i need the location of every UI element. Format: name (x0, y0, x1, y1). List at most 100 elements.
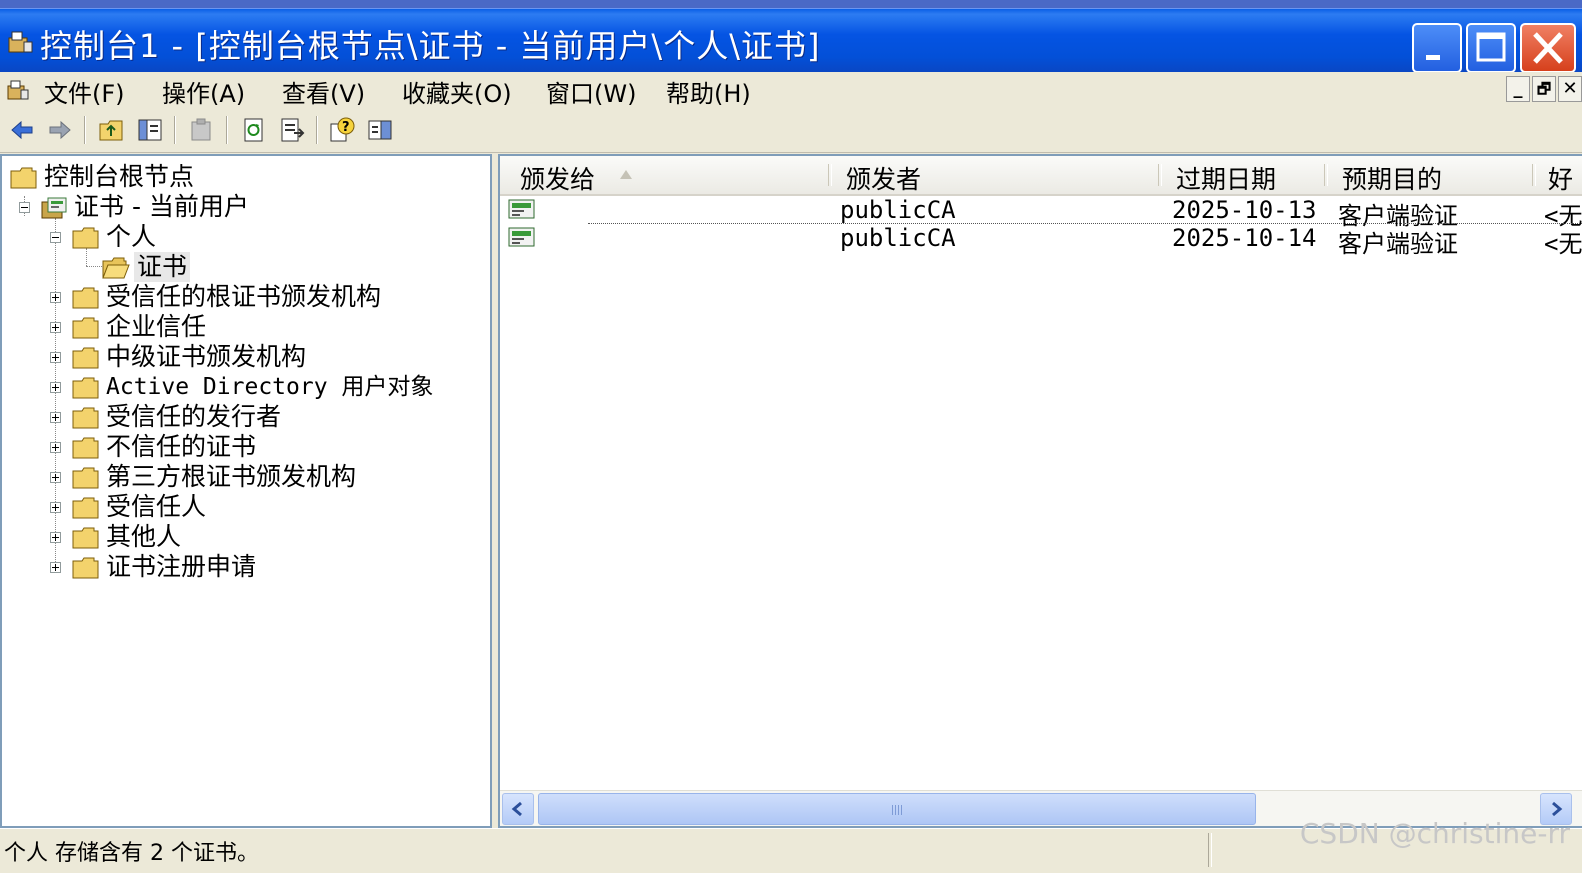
menu-action[interactable]: 操作(A) (162, 74, 245, 109)
maximize-button[interactable] (1466, 23, 1516, 73)
desktop-strip (0, 0, 1582, 8)
menu-view[interactable]: 查看(V) (282, 74, 365, 109)
column-expiration-date[interactable]: 过期日期 (1176, 160, 1276, 196)
certificate-icon (508, 227, 535, 247)
minimize-icon (1426, 55, 1440, 60)
document-window-icon[interactable] (6, 78, 30, 102)
tree-line (86, 266, 102, 267)
folder-icon (72, 227, 99, 249)
status-divider (1208, 833, 1212, 867)
console-tree-icon[interactable] (366, 116, 394, 144)
tree-node-label: 其他人 (106, 522, 182, 551)
export-list-icon[interactable] (278, 116, 306, 144)
minimize-button[interactable] (1412, 23, 1462, 73)
window-title: 控制台1 - [控制台根节点\证书 - 当前用户\个人\证书] (40, 27, 821, 65)
cell-purpose: 客户端验证 (1338, 230, 1458, 258)
column-issued-by[interactable]: 颁发者 (846, 160, 921, 196)
tree-node-label: 受信任的根证书颁发机构 (106, 282, 382, 311)
open-folder-icon (102, 257, 130, 279)
cell-issuer: publicCA (840, 224, 956, 252)
menu-favorites[interactable]: 收藏夹(O) (402, 74, 512, 109)
folder-icon (72, 467, 99, 489)
tree-expand-toggle[interactable] (50, 532, 61, 543)
tree-node-label: 证书 (134, 252, 191, 282)
folder-icon (72, 347, 99, 369)
tree-expand-toggle[interactable] (50, 562, 61, 573)
tree-expand-toggle[interactable] (50, 382, 61, 393)
folder-icon (72, 527, 99, 549)
tree-expand-toggle[interactable] (50, 412, 61, 423)
column-divider[interactable] (828, 164, 832, 186)
tree-node-label: 控制台根节点 (44, 162, 195, 191)
folder-icon (72, 437, 99, 459)
column-divider[interactable] (1324, 164, 1328, 186)
chevron-left-icon (511, 801, 522, 817)
tree-expand-toggle[interactable] (50, 292, 61, 303)
folder-icon (10, 167, 37, 189)
cell-expiration: 2025-10-13 (1172, 196, 1317, 224)
paste-icon[interactable] (188, 116, 216, 144)
refresh-icon[interactable] (240, 116, 268, 144)
console-tree[interactable]: 控制台根节点 证书 - 当前用户 个人 证书 受信任的根证书颁发机构 企业信任 … (0, 154, 492, 828)
toolbar: ? (0, 108, 1582, 153)
tree-expand-toggle[interactable] (50, 472, 61, 483)
certificate-list[interactable]: 颁发给 颁发者 过期日期 预期目的 好 publicCA 2025-10-13 … (498, 154, 1582, 828)
tree-node-label: 证书 - 当前用户 (74, 192, 249, 221)
back-icon[interactable] (8, 116, 36, 144)
column-divider[interactable] (1532, 164, 1536, 186)
cell-issuer: publicCA (840, 196, 956, 224)
mdi-close-button[interactable]: ✕ (1558, 76, 1582, 102)
folder-icon (72, 407, 99, 429)
cell-expiration: 2025-10-14 (1172, 224, 1317, 252)
tree-node-label: 证书注册申请 (106, 552, 257, 581)
mmc-app-icon (8, 31, 33, 53)
table-row[interactable]: publicCA 2025-10-14 客户端验证 <无 (500, 224, 1582, 258)
tree-expand-toggle[interactable] (50, 352, 61, 363)
title-bar[interactable]: 控制台1 - [控制台根节点\证书 - 当前用户\个人\证书] (0, 8, 1582, 73)
folder-icon (72, 377, 99, 399)
tree-expand-toggle[interactable] (50, 442, 61, 453)
column-issued-to[interactable]: 颁发给 (520, 160, 595, 196)
help-icon[interactable]: ? (328, 116, 356, 144)
grip-icon (892, 805, 902, 815)
toolbar-separator (316, 116, 318, 144)
mdi-restore-button[interactable]: 🗗 (1532, 76, 1556, 102)
maximize-icon (1476, 32, 1506, 62)
toolbar-separator (174, 116, 176, 144)
folder-icon (72, 287, 99, 309)
tree-expand-toggle[interactable] (50, 322, 61, 333)
folder-icon (72, 497, 99, 519)
folder-icon (72, 557, 99, 579)
menu-window[interactable]: 窗口(W) (546, 74, 636, 109)
tree-collapse-toggle[interactable] (19, 202, 30, 213)
show-hide-tree-icon[interactable] (136, 116, 164, 144)
tree-node-label: 个人 (106, 222, 157, 251)
toolbar-separator (84, 116, 86, 144)
folder-icon (72, 317, 99, 339)
menu-file[interactable]: 文件(F) (44, 74, 125, 109)
menu-help[interactable]: 帮助(H) (666, 74, 751, 109)
scroll-left-button[interactable] (502, 793, 534, 825)
scroll-thumb[interactable] (538, 793, 1256, 825)
certificate-store-icon (41, 197, 67, 219)
forward-icon[interactable] (46, 116, 74, 144)
tree-expand-toggle[interactable] (50, 502, 61, 513)
tree-collapse-toggle[interactable] (50, 232, 61, 243)
close-icon (1533, 32, 1563, 64)
tree-node-label: 中级证书颁发机构 (106, 342, 307, 371)
mdi-minimize-button[interactable]: _ (1506, 76, 1530, 102)
mdi-controls: _ 🗗 ✕ (1502, 76, 1582, 104)
tree-line (55, 218, 56, 568)
close-button[interactable] (1520, 23, 1576, 73)
menu-bar: 文件(F) 操作(A) 查看(V) 收藏夹(O) 窗口(W) 帮助(H) _ 🗗… (0, 72, 1582, 109)
column-intended-purposes[interactable]: 预期目的 (1342, 160, 1442, 196)
tree-node-label: 受信任人 (106, 492, 207, 521)
table-row[interactable]: publicCA 2025-10-13 客户端验证 <无 (500, 196, 1582, 230)
up-folder-icon[interactable] (98, 116, 126, 144)
watermark: CSDN @christine-rr (1299, 817, 1570, 850)
column-divider[interactable] (1158, 164, 1162, 186)
column-friendly-name[interactable]: 好 (1548, 160, 1573, 196)
tree-node-label: 第三方根证书颁发机构 (106, 462, 357, 491)
tree-line (86, 248, 87, 266)
list-header: 颁发给 颁发者 过期日期 预期目的 好 (500, 156, 1582, 196)
